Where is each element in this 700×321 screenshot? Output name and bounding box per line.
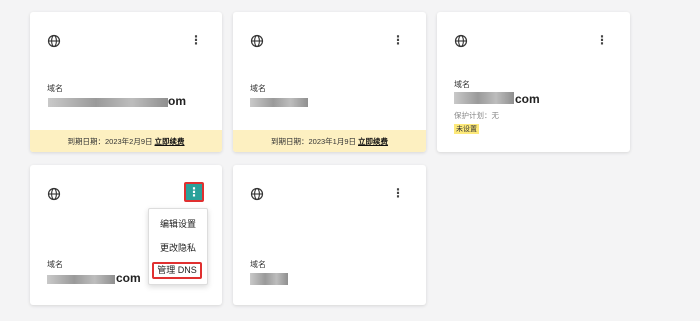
more-options-button[interactable]: ⋮ bbox=[596, 34, 608, 46]
more-options-button-active[interactable]: ⋮ bbox=[184, 182, 204, 202]
more-options-button[interactable]: ⋮ bbox=[392, 187, 404, 199]
domain-card-1: ⋮ 域名 om 到期日期： 2023年2月9日 立即续费 bbox=[30, 12, 222, 152]
menu-item-edit-settings[interactable]: 编辑设置 bbox=[149, 217, 207, 230]
domain-actions-menu: 编辑设置 更改隐私 管理 DNS bbox=[148, 208, 208, 285]
domain-card-2: ⋮ 域名 到期日期： 2023年1月9日 立即续费 bbox=[233, 12, 426, 152]
domain-label: 域名 bbox=[47, 260, 63, 269]
menu-item-change-privacy[interactable]: 更改隐私 bbox=[149, 241, 207, 254]
redacted-domain bbox=[250, 273, 288, 285]
domain-label: 域名 bbox=[454, 80, 470, 89]
renew-link[interactable]: 立即续费 bbox=[358, 136, 388, 147]
globe-icon bbox=[47, 187, 61, 201]
expiry-banner: 到期日期： 2023年2月9日 立即续费 bbox=[30, 130, 222, 152]
domain-label: 域名 bbox=[250, 260, 266, 269]
menu-item-manage-dns[interactable]: 管理 DNS bbox=[152, 262, 202, 279]
redacted-domain bbox=[454, 92, 514, 104]
status-badge: 未设置 bbox=[454, 124, 479, 134]
domain-label: 域名 bbox=[250, 84, 266, 93]
domain-card-3: ⋮ 域名 com 保护计划：无 未设置 bbox=[437, 12, 630, 152]
domain-label: 域名 bbox=[47, 84, 63, 93]
more-options-button[interactable]: ⋮ bbox=[392, 34, 404, 46]
expiry-banner: 到期日期： 2023年1月9日 立即续费 bbox=[233, 130, 426, 152]
more-options-button[interactable]: ⋮ bbox=[190, 34, 202, 46]
globe-icon bbox=[454, 34, 468, 48]
redacted-domain bbox=[48, 98, 168, 107]
redacted-domain bbox=[47, 275, 115, 284]
renew-link[interactable]: 立即续费 bbox=[155, 136, 185, 147]
privacy-plan-text: 保护计划：无 bbox=[454, 111, 499, 120]
domain-name-tail: om bbox=[168, 94, 186, 108]
domain-name-tail: com bbox=[515, 92, 540, 106]
globe-icon bbox=[250, 187, 264, 201]
globe-icon bbox=[250, 34, 264, 48]
domain-name-tail: com bbox=[116, 271, 141, 285]
globe-icon bbox=[47, 34, 61, 48]
domain-card-5: ⋮ 域名 bbox=[233, 165, 426, 305]
redacted-domain bbox=[250, 98, 308, 107]
